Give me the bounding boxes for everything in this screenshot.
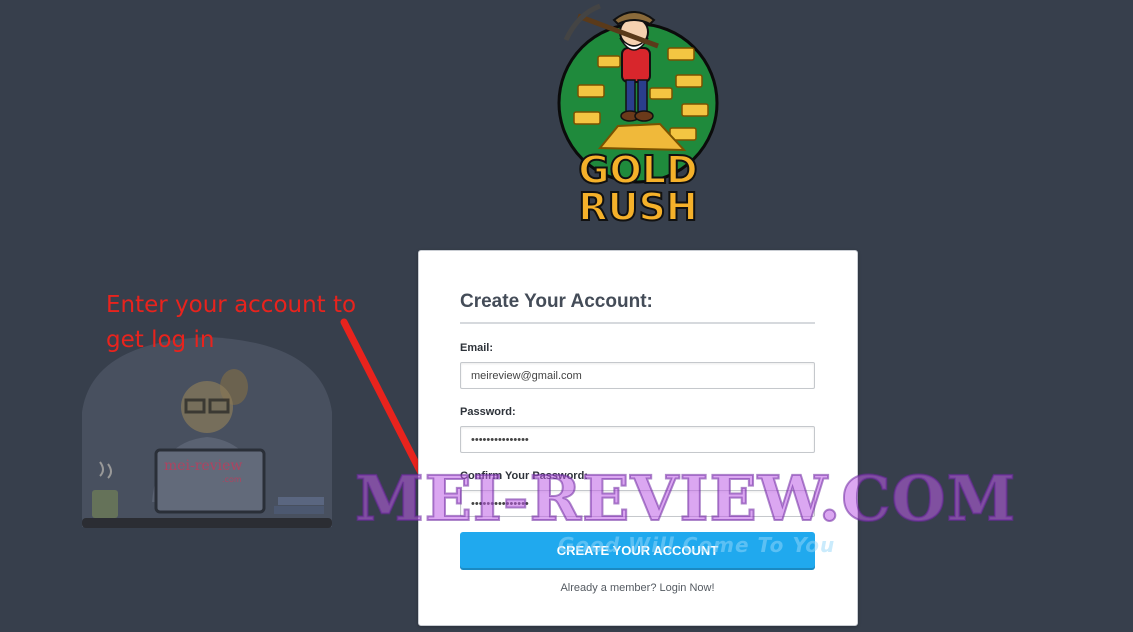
signup-card: Create Your Account: Email: Password: Co…	[418, 250, 858, 626]
gold-rush-logo: GOLD RUSH	[548, 0, 728, 232]
watermark-avatar: mei-review .com	[82, 332, 332, 537]
logo-line2: RUSH	[578, 185, 697, 229]
form-title: Create Your Account:	[460, 291, 815, 324]
avatar-label: mei-review	[164, 458, 242, 474]
watermark-tagline: Good Will Come To You	[558, 533, 836, 557]
login-link[interactable]: Already a member? Login Now!	[460, 582, 815, 594]
avatar-sub: .com	[222, 475, 242, 484]
watermark-text: MEI-REVIEW.COM	[354, 461, 1017, 536]
password-label: Password:	[460, 406, 516, 418]
password-field[interactable]	[460, 426, 815, 453]
email-field[interactable]	[460, 362, 815, 389]
email-label: Email:	[460, 342, 494, 354]
